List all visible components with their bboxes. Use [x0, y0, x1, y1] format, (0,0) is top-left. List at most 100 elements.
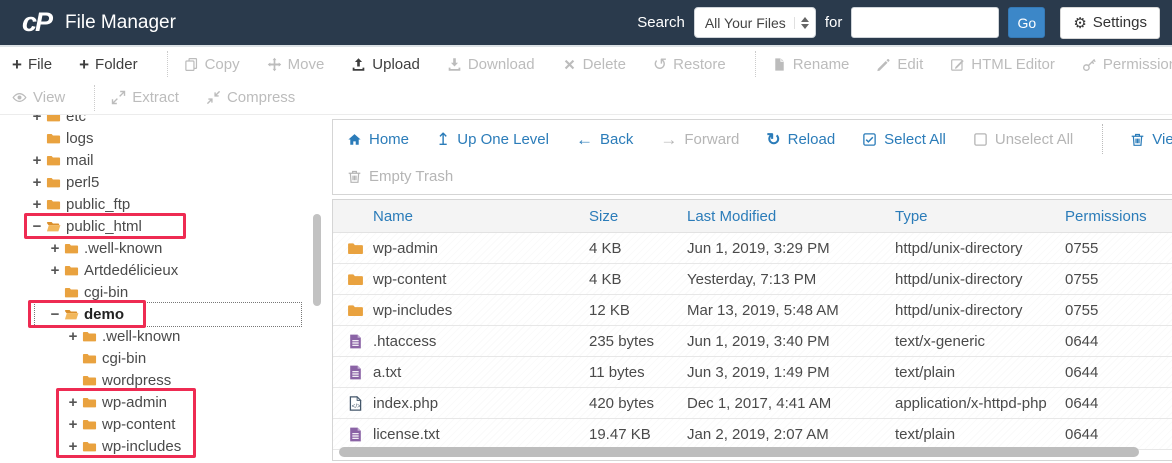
html-editor-button[interactable]: HTML Editor — [950, 56, 1055, 73]
tree-item-cgi-bin[interactable]: cgi-bin — [0, 281, 330, 303]
column-header-name[interactable]: Name — [373, 208, 589, 225]
rename-button[interactable]: Rename — [772, 56, 849, 73]
tree-item-artdedelicieux[interactable]: + Artdedélicieux — [0, 259, 330, 281]
permissions-button[interactable]: Permissions — [1082, 56, 1172, 73]
file-row-a-txt[interactable]: a.txt 11 bytes Jun 3, 2019, 1:49 PM text/pl… — [333, 357, 1172, 388]
folder-icon — [45, 131, 62, 146]
expand-icon[interactable]: + — [66, 438, 80, 455]
toolbar-separator — [754, 51, 756, 77]
gear-icon: ⚙ — [1073, 14, 1087, 32]
folder-icon — [81, 329, 98, 344]
expand-icon[interactable]: + — [48, 262, 62, 279]
folder-icon — [347, 302, 364, 319]
tree-item-etc[interactable]: + etc — [0, 115, 330, 127]
folder-button[interactable]: + Folder — [79, 56, 137, 73]
back-button[interactable]: ← Back — [576, 131, 633, 148]
restore-button[interactable]: ↺ Restore — [653, 56, 726, 73]
tree-item-well-known-2[interactable]: + .well-known — [0, 325, 330, 347]
download-icon — [447, 57, 462, 72]
view-trash-button[interactable]: View Trash — [1130, 131, 1172, 148]
home-button[interactable]: Home — [347, 131, 409, 148]
column-header-last-modified[interactable]: Last Modified — [687, 208, 895, 225]
search-scope-select[interactable]: All Your Files — [693, 7, 816, 38]
table-header: Name Size Last Modified Type Permissions — [333, 200, 1172, 233]
expand-icon[interactable]: + — [66, 416, 80, 433]
undo-icon: ↺ — [652, 54, 668, 74]
tree-item-perl5[interactable]: + perl5 — [0, 171, 330, 193]
tree-item-wp-content[interactable]: + wp-content — [0, 413, 330, 435]
empty-trash-button[interactable]: Empty Trash — [347, 168, 453, 185]
edit-box-icon — [950, 57, 965, 72]
tree-item-wp-admin[interactable]: + wp-admin — [0, 391, 330, 413]
column-header-permissions[interactable]: Permissions — [1065, 208, 1172, 225]
table-horizontal-scrollbar[interactable] — [339, 447, 1139, 457]
navigation-toolbar: Home ↥ Up One Level ← Back → Forward ↻ Reloa… — [332, 119, 1172, 195]
move-button[interactable]: Move — [267, 56, 324, 73]
expand-icon[interactable]: + — [30, 115, 44, 125]
file-row-license-txt[interactable]: license.txt 19.47 KB Jan 2, 2019, 2:07 AM t… — [333, 419, 1172, 450]
tree-item-well-known[interactable]: + .well-known — [0, 237, 330, 259]
expand-icon[interactable]: + — [66, 394, 80, 411]
folder-icon — [45, 153, 62, 168]
php-file-icon — [347, 395, 364, 412]
tree-item-public_html[interactable]: − public_html — [0, 215, 330, 237]
view-button[interactable]: View — [12, 89, 65, 106]
plus-icon: + — [79, 54, 90, 74]
up-one-level-button[interactable]: ↥ Up One Level — [436, 131, 549, 148]
collapse-icon[interactable]: − — [48, 306, 62, 323]
edit-button[interactable]: Edit — [876, 56, 923, 73]
search-input[interactable] — [851, 7, 1000, 38]
folder-icon — [347, 271, 364, 288]
home-icon — [347, 132, 362, 147]
collapse-icon[interactable]: − — [30, 218, 44, 235]
folder-icon — [45, 175, 62, 190]
expand-icon[interactable]: + — [48, 240, 62, 257]
tree-item-cgi-bin-2[interactable]: cgi-bin — [0, 347, 330, 369]
text-file-icon — [347, 333, 364, 350]
expand-icon[interactable]: + — [66, 328, 80, 345]
tree-item-wordpress[interactable]: wordpress — [0, 369, 330, 391]
expand-icon[interactable]: + — [30, 196, 44, 213]
folder-icon — [63, 241, 80, 256]
unselect-all-button[interactable]: Unselect All — [973, 131, 1073, 148]
folder-icon — [347, 240, 364, 257]
for-label: for — [824, 14, 843, 31]
tree-item-demo[interactable]: − demo — [0, 303, 330, 325]
file-row-htaccess[interactable]: .htaccess 235 bytes Jun 1, 2019, 3:40 PM te… — [333, 326, 1172, 357]
folder-icon — [81, 351, 98, 366]
tree-item-mail[interactable]: + mail — [0, 149, 330, 171]
upload-button[interactable]: Upload — [351, 56, 420, 73]
select-all-button[interactable]: Select All — [862, 131, 946, 148]
open-folder-icon — [45, 219, 62, 234]
file-table: Name Size Last Modified Type Permissions… — [332, 199, 1172, 461]
reload-button[interactable]: ↻ Reload — [766, 131, 835, 148]
right-arrow-icon: → — [660, 129, 678, 149]
search-zone: Search All Your Files for Go ⚙ Settings — [637, 6, 1160, 39]
column-header-size[interactable]: Size — [589, 208, 687, 225]
go-button[interactable]: Go — [1008, 7, 1046, 38]
tree-item-public_ftp[interactable]: + public_ftp — [0, 193, 330, 215]
column-header-type[interactable]: Type — [895, 208, 1065, 225]
extract-button[interactable]: Extract — [111, 89, 179, 106]
settings-button[interactable]: ⚙ Settings — [1060, 6, 1160, 39]
file-row-wp-admin[interactable]: wp-admin 4 KB Jun 1, 2019, 3:29 PM httpd/un… — [333, 233, 1172, 264]
tree-item-logs[interactable]: logs — [0, 127, 330, 149]
file-row-wp-content[interactable]: wp-content 4 KB Yesterday, 7:13 PM httpd/un… — [333, 264, 1172, 295]
compress-button[interactable]: Compress — [206, 89, 295, 106]
tree-item-wp-includes[interactable]: + wp-includes — [0, 435, 330, 457]
file-button[interactable]: + File — [12, 56, 52, 73]
text-file-icon — [347, 364, 364, 381]
expand-icon[interactable]: + — [30, 152, 44, 169]
forward-button[interactable]: → Forward — [660, 131, 739, 148]
copy-button[interactable]: Copy — [184, 56, 240, 73]
expand-icon[interactable]: + — [30, 174, 44, 191]
delete-button[interactable]: Delete — [562, 56, 626, 73]
file-row-index-php[interactable]: index.php 420 bytes Dec 1, 2017, 4:41 AM ap… — [333, 388, 1172, 419]
folder-icon — [81, 395, 98, 410]
directory-tree: + etc logs + mail + perl5 + public_ftp − publ… — [0, 115, 330, 462]
page-icon — [772, 57, 787, 72]
toolbar-row-2: View Extract Compress — [0, 81, 1172, 115]
download-button[interactable]: Download — [447, 56, 535, 73]
file-row-wp-includes[interactable]: wp-includes 12 KB Mar 13, 2019, 5:48 AM htt… — [333, 295, 1172, 326]
delete-icon — [562, 57, 577, 72]
